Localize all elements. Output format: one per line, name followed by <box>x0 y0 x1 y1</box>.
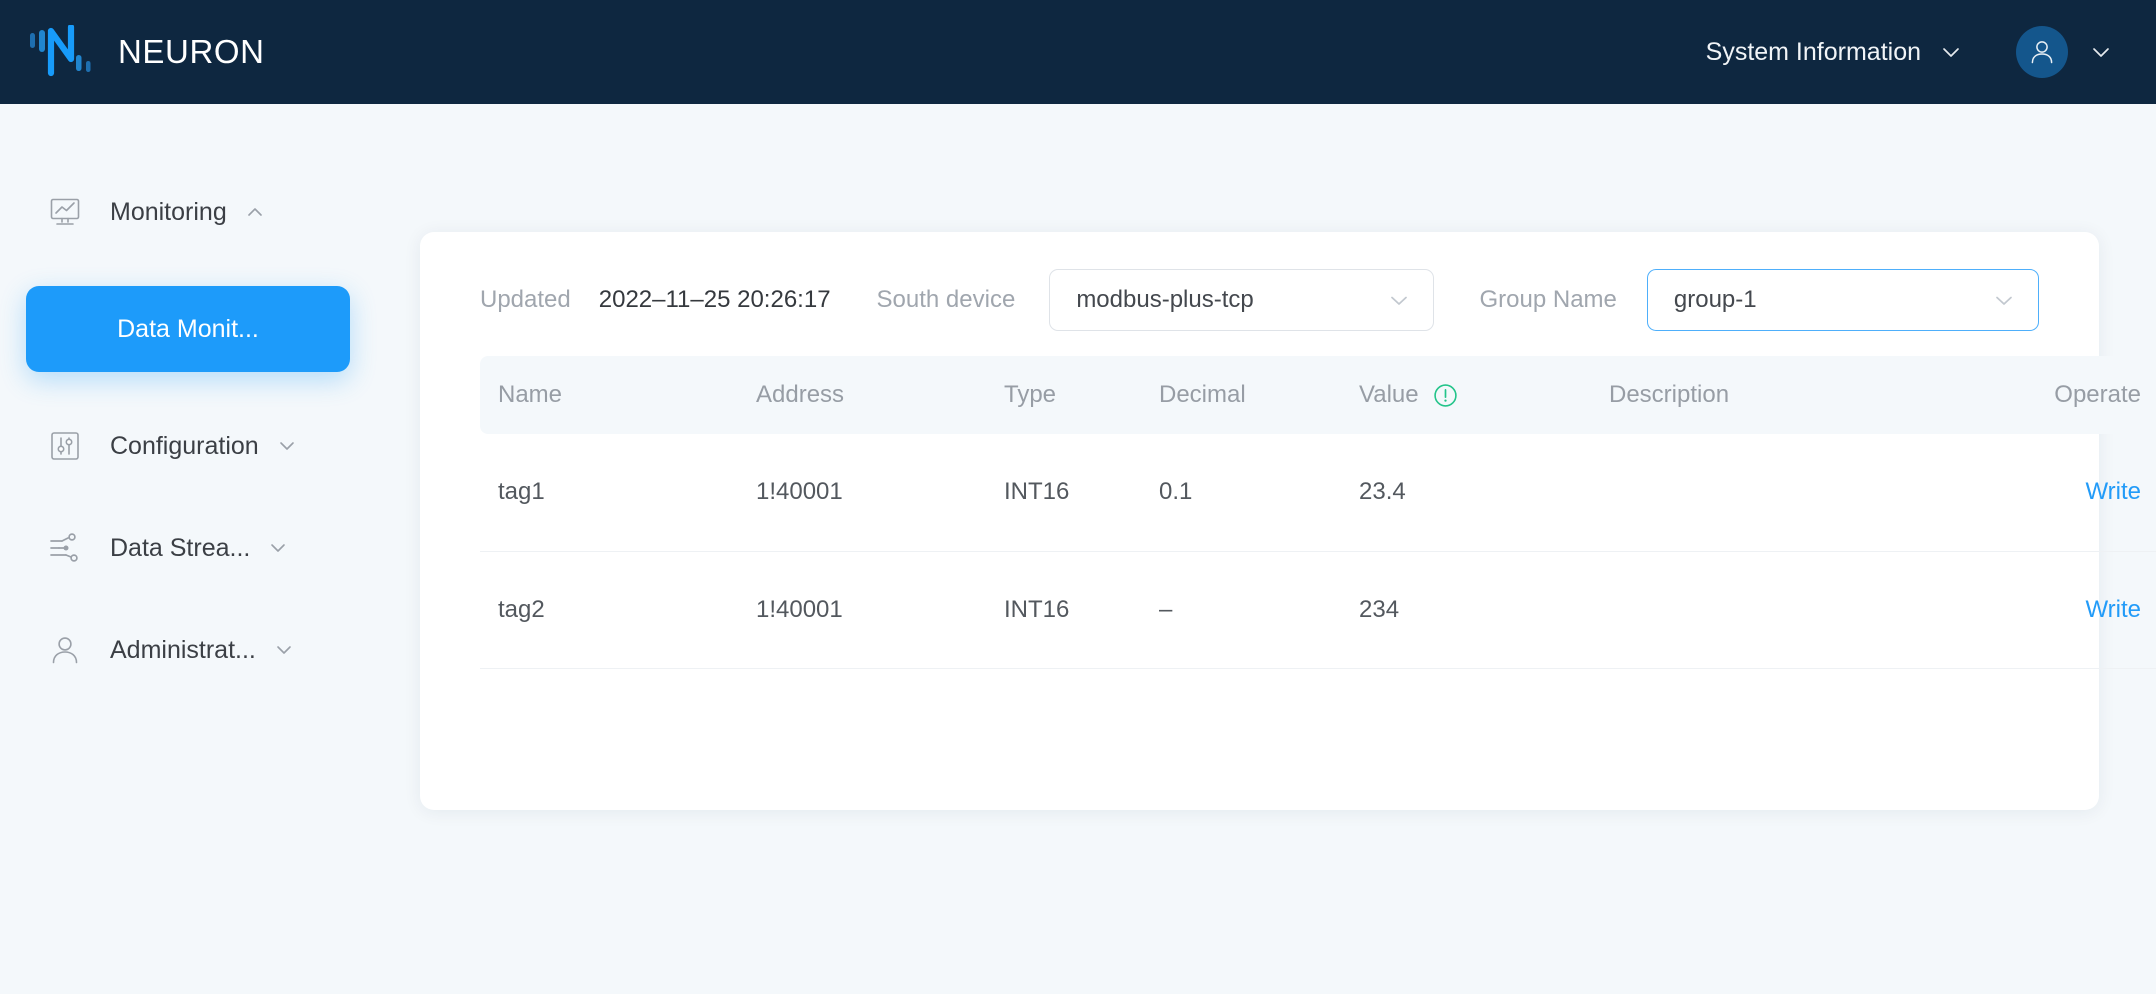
column-header-operate[interactable]: Operate <box>1891 356 2156 434</box>
column-header-value[interactable]: Value <box>1341 356 1591 434</box>
sidebar-item-label: Administrat... <box>110 635 256 664</box>
data-stream-icon <box>48 531 82 565</box>
sidebar-subitem-data-monitoring[interactable]: Data Monit... <box>26 286 350 372</box>
cell-operate: Write <box>1891 551 2156 669</box>
write-link[interactable]: Write <box>2085 596 2141 623</box>
cell-type: INT16 <box>986 551 1141 669</box>
cell-decimal: – <box>1141 551 1341 669</box>
group-name-label: Group Name <box>1479 286 1617 313</box>
sidebar-item-label: Data Strea... <box>110 533 251 562</box>
column-header-description[interactable]: Description <box>1591 356 1891 434</box>
table-header-row: Name Address Type Decimal Value Descript… <box>480 356 2156 434</box>
cell-name: tag1 <box>480 434 738 552</box>
sidebar-item-administration[interactable]: Administrat... <box>0 622 420 678</box>
table-row: tag1 1!40001 INT16 0.1 23.4 Write <box>480 434 2156 552</box>
cell-address: 1!40001 <box>738 551 986 669</box>
cell-value: 234 <box>1341 551 1591 669</box>
column-header-value-label: Value <box>1359 381 1419 408</box>
chevron-down-icon[interactable] <box>277 436 297 456</box>
group-name-value: group-1 <box>1673 286 1757 313</box>
column-header-type[interactable]: Type <box>986 356 1141 434</box>
south-device-value: modbus-plus-tcp <box>1076 286 1254 313</box>
table-row: tag2 1!40001 INT16 – 234 Write <box>480 551 2156 669</box>
cell-value: 23.4 <box>1341 434 1591 552</box>
header-right-cluster: System Information <box>1702 26 2112 78</box>
sidebar-subitem-label: Data Monit... <box>117 314 259 343</box>
sidebar: Monitoring Data Monit... Configuration D… <box>0 104 420 994</box>
cell-address: 1!40001 <box>738 434 986 552</box>
data-monitoring-card: Updated 2022–11–25 20:26:17 South device… <box>420 232 2156 810</box>
cell-operate: Write <box>1891 434 2156 552</box>
column-header-address[interactable]: Address <box>738 356 986 434</box>
table-body: tag1 1!40001 INT16 0.1 23.4 Write tag2 1… <box>480 434 2156 669</box>
column-header-decimal[interactable]: Decimal <box>1141 356 1341 434</box>
cell-description <box>1591 551 1891 669</box>
chevron-up-icon[interactable] <box>245 202 265 222</box>
system-information-label: System Information <box>1705 37 1921 66</box>
user-menu[interactable] <box>2016 26 2112 78</box>
brand-name: NEURON <box>118 33 265 70</box>
column-header-name[interactable]: Name <box>480 356 738 434</box>
brand: NEURON <box>30 23 265 79</box>
chevron-down-icon <box>1940 41 1962 63</box>
user-avatar-icon <box>2031 41 2053 64</box>
chevron-down-icon <box>1992 288 2016 312</box>
chevron-down-icon <box>1387 288 1411 312</box>
cell-name: tag2 <box>480 551 738 669</box>
sidebar-item-data-streaming[interactable]: Data Strea... <box>0 520 420 576</box>
sidebar-item-monitoring[interactable]: Monitoring <box>0 184 420 240</box>
sidebar-item-configuration[interactable]: Configuration <box>0 418 420 474</box>
chevron-down-icon[interactable] <box>274 640 294 660</box>
write-link[interactable]: Write <box>2085 478 2141 505</box>
south-device-label: South device <box>876 286 1016 313</box>
sidebar-item-label: Monitoring <box>110 197 227 226</box>
updated-label: Updated <box>480 286 571 313</box>
south-device-select[interactable]: modbus-plus-tcp <box>1049 269 1434 331</box>
updated-timestamp: 2022–11–25 20:26:17 <box>598 286 831 313</box>
exclamation-circle-icon[interactable] <box>1433 383 1458 408</box>
app-header: NEURON System Information <box>0 0 2156 104</box>
neuron-logo-icon <box>30 23 92 79</box>
group-name-select[interactable]: group-1 <box>1646 269 2039 331</box>
tag-table: Name Address Type Decimal Value Descript… <box>480 356 2156 669</box>
filter-bar: Updated 2022–11–25 20:26:17 South device… <box>480 232 2039 332</box>
sidebar-item-label: Configuration <box>110 431 259 460</box>
cell-type: INT16 <box>986 434 1141 552</box>
avatar[interactable] <box>2016 26 2068 78</box>
person-icon <box>48 633 82 667</box>
monitor-chart-icon <box>48 195 82 229</box>
chevron-down-icon[interactable] <box>268 538 288 558</box>
sliders-icon <box>48 429 82 463</box>
system-information-menu[interactable]: System Information <box>1702 32 1966 73</box>
chevron-down-icon <box>2090 41 2112 63</box>
cell-decimal: 0.1 <box>1141 434 1341 552</box>
cell-description <box>1591 434 1891 552</box>
table-header: Name Address Type Decimal Value Descript… <box>480 356 2156 434</box>
